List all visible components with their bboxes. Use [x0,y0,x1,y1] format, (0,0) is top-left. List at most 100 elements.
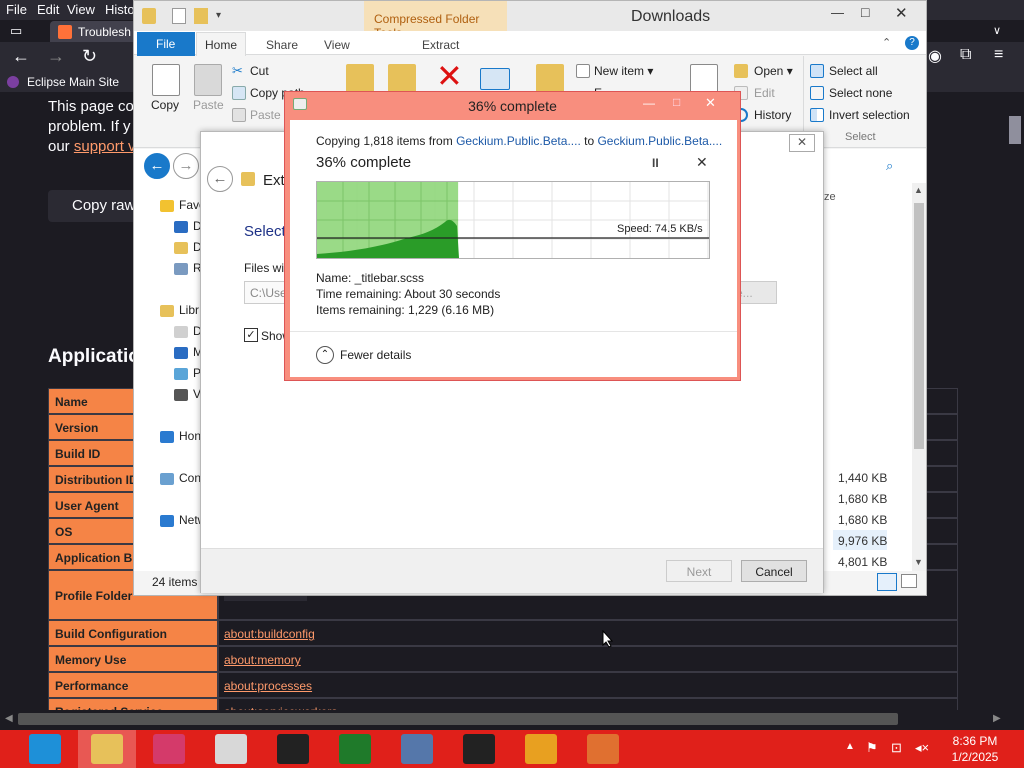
table-value: about:buildconfig [218,620,958,646]
collapse-chevron-icon[interactable]: ⌃ [316,346,334,364]
tab-extract[interactable]: Extract [422,38,459,52]
browser-tab[interactable]: Troublesh [50,21,138,43]
menu-edit[interactable]: Edit [37,2,59,17]
close-button[interactable]: ✕ [895,4,908,22]
paste-button[interactable]: Paste [193,98,224,112]
explorer-scroll-up-icon[interactable]: ▲ [914,185,923,195]
quick-access-properties-icon[interactable] [172,8,186,24]
help-icon[interactable]: ? [905,36,919,50]
history-button[interactable]: History [754,108,791,122]
computer-icon [160,473,174,485]
taskbar-button-app-8[interactable] [450,730,508,768]
sidebar-item-library[interactable]: Libr [179,303,199,317]
tab-overview-icon[interactable]: ▭ [10,23,22,39]
items-remaining: Items remaining: 1,229 (6.16 MB) [316,303,495,317]
select-all-button[interactable]: Select all [829,64,878,78]
menu-history[interactable]: Histo [105,2,135,17]
table-link[interactable]: about:buildconfig [224,627,315,641]
explorer-scroll-down-icon[interactable]: ▼ [914,557,923,567]
taskbar-clock[interactable]: 8:36 PM 1/2/2025 [940,733,1010,765]
select-none-icon [810,86,824,100]
taskbar-button-app-6[interactable] [326,730,384,768]
library-icon [160,305,174,317]
page-vertical-scroll-thumb[interactable] [1009,116,1021,144]
fewer-details-button[interactable]: Fewer details [340,348,411,362]
extensions-icon[interactable]: ⧉ [960,46,971,64]
table-link[interactable]: about:memory [224,653,301,667]
reload-icon[interactable]: ↻ [82,46,97,67]
page-horizontal-scroll-thumb[interactable] [18,713,898,725]
volume-muted-icon[interactable]: ◂× [915,740,929,756]
pause-icon[interactable]: II [652,156,659,170]
quick-access-new-folder-icon[interactable] [194,8,208,24]
quick-access-dropdown-icon[interactable]: ▾ [216,10,221,21]
tab-list-chevron-icon[interactable]: ∨ [993,24,1001,37]
sidebar-item-homegroup[interactable]: Hon [179,429,201,443]
large-icons-view-icon[interactable] [901,574,917,588]
menu-file[interactable]: File [6,2,27,17]
show-files-checkbox[interactable]: ✓ [244,328,258,342]
sidebar-item-computer[interactable]: Con [179,471,201,485]
column-header-size[interactable]: ze [824,191,836,203]
wizard-close-button[interactable]: ✕ [789,134,815,152]
scroll-right-icon[interactable]: ▶ [993,713,1001,724]
edit-button[interactable]: Edit [754,86,775,100]
eclipse-logo-icon [7,76,19,88]
delete-icon[interactable]: ✕ [436,58,463,94]
menu-view[interactable]: View [67,2,95,17]
taskbar-button-file-explorer[interactable] [78,730,136,768]
minimize-button[interactable]: — [831,5,844,20]
taskbar-button-app-10[interactable] [574,730,632,768]
collapse-ribbon-icon[interactable]: ⌃ [882,36,891,49]
invert-selection-button[interactable]: Invert selection [829,108,910,122]
tab-home[interactable]: Home [196,32,246,58]
maximize-button[interactable]: □ [861,4,869,20]
forward-arrow-icon[interactable]: → [47,46,65,67]
tab-file[interactable]: File [137,32,195,56]
tab-view[interactable]: View [324,38,350,52]
action-center-icon[interactable]: ⚑ [866,740,878,756]
bookmark-eclipse-main-site[interactable]: Eclipse Main Site [27,75,119,89]
rename-icon[interactable] [480,68,510,90]
cancel-copy-icon[interactable]: ✕ [696,154,708,171]
taskbar-button-app-9[interactable] [512,730,570,768]
cut-button[interactable]: Cut [250,64,269,78]
menu-hamburger-icon[interactable]: ≡ [994,46,1003,64]
support-link[interactable]: support v [74,138,136,155]
file-size-cell: 1,440 KB [838,471,888,485]
network-tray-icon[interactable]: ⊡ [891,740,902,756]
back-arrow-icon[interactable]: ← [12,46,30,67]
table-link[interactable]: about:processes [224,679,312,693]
app-7-icon [401,734,433,764]
taskbar-button-app-4[interactable] [202,730,260,768]
new-item-button[interactable]: New item ▾ [594,64,653,78]
wizard-back-icon[interactable]: ← [207,166,233,192]
copy-maximize-button[interactable]: □ [673,95,680,109]
copy-minimize-button[interactable]: — [643,96,655,110]
taskbar-button-app-5[interactable] [264,730,322,768]
details-view-icon[interactable] [877,573,897,591]
compressed-folder-tools-label: Compressed Folder Tools [364,1,507,40]
taskbar-button-app-3[interactable] [140,730,198,768]
explorer-forward-icon[interactable]: → [173,153,199,179]
tab-share[interactable]: Share [266,38,298,52]
show-hidden-icons-icon[interactable]: ▲ [845,741,855,752]
taskbar-button-internet-explorer[interactable] [16,730,74,768]
account-icon[interactable]: ◉ [928,46,942,66]
scroll-left-icon[interactable]: ◀ [5,713,13,724]
explorer-search-icon[interactable]: ⌕ [886,158,893,174]
explorer-scroll-thumb[interactable] [914,203,924,449]
copy-button[interactable]: Copy [151,98,179,112]
copy-source-link[interactable]: Geckium.Public.Beta.... [456,134,581,148]
taskbar-button-app-7[interactable] [388,730,446,768]
explorer-back-icon[interactable]: ← [144,153,170,179]
copy-destination-link[interactable]: Geckium.Public.Beta.... [597,134,722,148]
cancel-button[interactable]: Cancel [741,560,807,582]
documents-icon [174,326,188,338]
copy-close-button[interactable]: ✕ [705,95,716,111]
next-button[interactable]: Next [666,560,732,582]
select-none-button[interactable]: Select none [829,86,892,100]
copy-dialog-app-icon [293,98,307,110]
open-button[interactable]: Open ▾ [754,64,793,78]
page-vertical-scrollbar[interactable] [1008,92,1024,710]
